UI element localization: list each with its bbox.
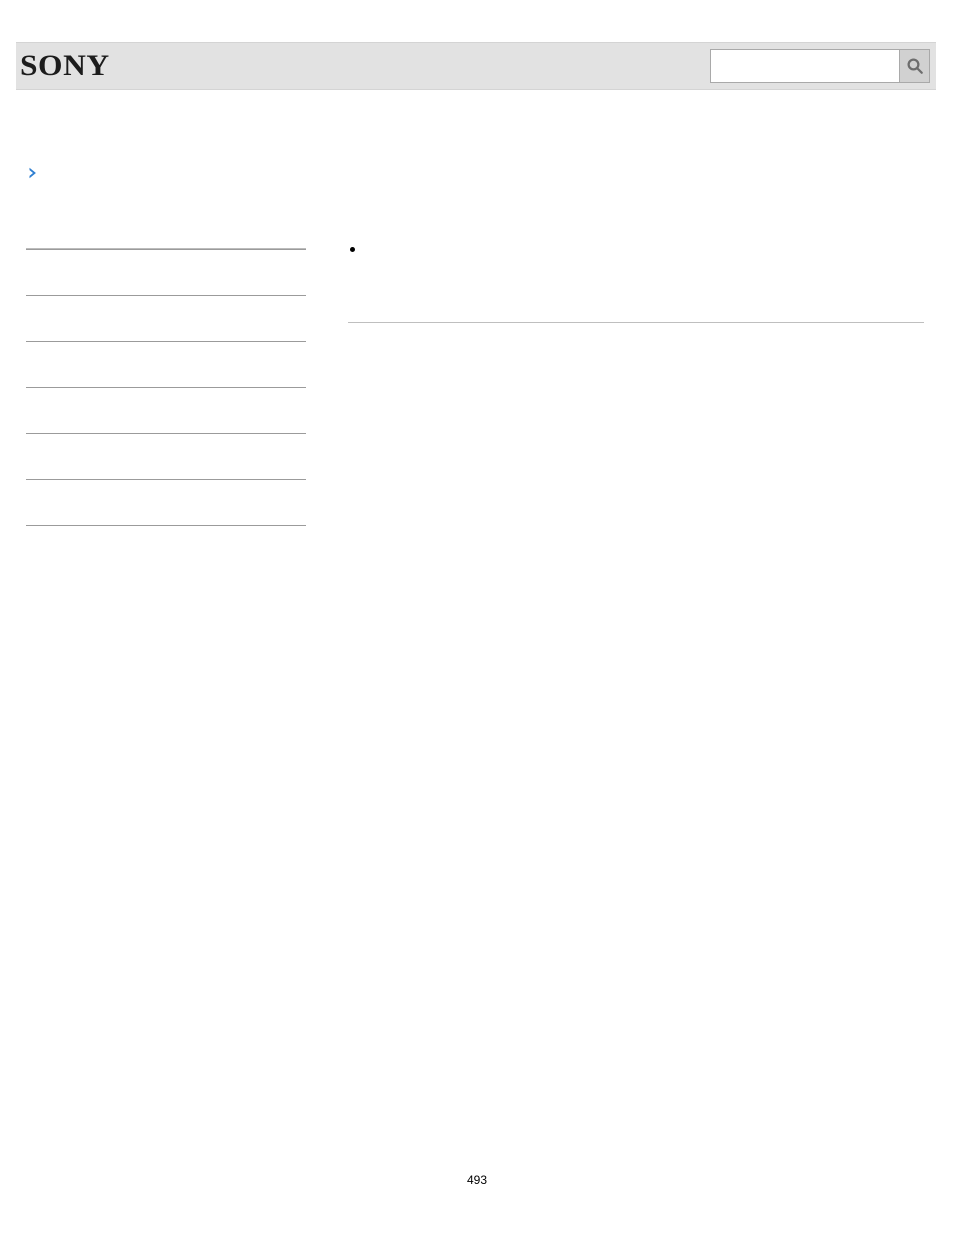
sidebar-item[interactable] <box>26 296 306 342</box>
sidebar-item[interactable] <box>26 434 306 480</box>
search-button[interactable] <box>900 49 930 83</box>
main-content <box>348 244 924 323</box>
page-number: 493 <box>0 1173 954 1187</box>
sidebar-nav <box>26 248 306 526</box>
sidebar-item[interactable] <box>26 250 306 296</box>
sidebar-item[interactable] <box>26 480 306 526</box>
content-divider <box>348 322 924 323</box>
page: SONY <box>0 0 954 1235</box>
chevron-right-icon <box>26 166 42 182</box>
sidebar-item[interactable] <box>26 342 306 388</box>
content-bullet-row <box>348 244 924 262</box>
search-input[interactable] <box>710 49 900 83</box>
brand-logo: SONY <box>20 49 110 83</box>
bullet-icon <box>350 247 355 252</box>
search-icon <box>906 57 924 75</box>
header-bar: SONY <box>16 42 936 90</box>
sidebar-item[interactable] <box>26 388 306 434</box>
search-group <box>710 49 930 83</box>
